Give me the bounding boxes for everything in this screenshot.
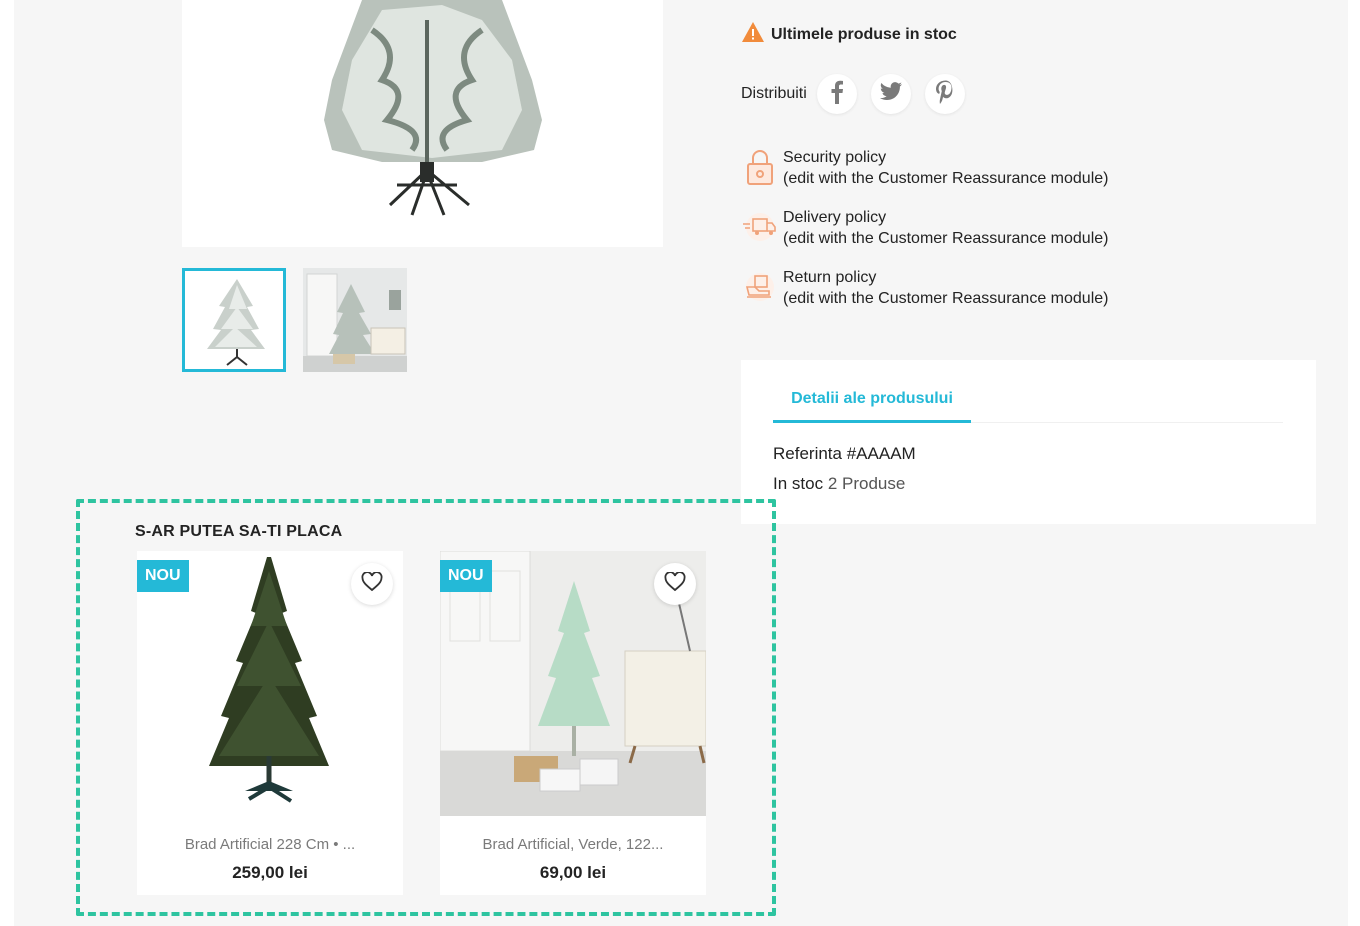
wishlist-button[interactable]	[351, 563, 393, 605]
twitter-icon	[879, 81, 903, 107]
reassurance-delivery: Delivery policy (edit with the Customer …	[741, 207, 1108, 267]
wishlist-button[interactable]	[654, 563, 696, 605]
reference-label: Referinta	[773, 444, 842, 463]
return-box-icon	[741, 267, 779, 307]
reassurance-return-subtitle: (edit with the Customer Reassurance modu…	[783, 290, 1109, 307]
reassurance-list: Security policy (edit with the Customer …	[741, 147, 1108, 327]
share-bar: Distribuiti	[741, 74, 979, 114]
product-details-panel: Detalii ale produsului Referinta #AAAAM …	[741, 360, 1316, 524]
lock-icon	[741, 147, 779, 187]
stock-notice-text: Ultimele produse in stoc	[771, 25, 957, 43]
reassurance-security-title: Security policy	[783, 149, 887, 166]
stock-value: 2 Produse	[827, 474, 906, 493]
details-tabs: Detalii ale produsului	[773, 386, 1283, 423]
facebook-share-button[interactable]	[816, 74, 857, 114]
product-card-price: 69,00 lei	[539, 863, 607, 882]
stock-label: In stoc	[773, 474, 824, 493]
product-main-image[interactable]	[182, 0, 663, 247]
reference-line: Referinta #AAAAM	[773, 444, 916, 464]
thumbnail-2[interactable]	[303, 268, 407, 372]
heart-icon	[664, 570, 686, 597]
warning-icon	[741, 21, 765, 48]
reassurance-security: Security policy (edit with the Customer …	[741, 147, 1108, 207]
product-card-image[interactable]: NOU	[137, 551, 403, 816]
stock-line: In stoc 2 Produse	[773, 474, 905, 494]
pinterest-icon	[935, 80, 955, 109]
product-card[interactable]: NOU Brad Artificial 228 Cm • ... 259,00 …	[137, 551, 403, 895]
product-card-name[interactable]: Brad Artificial 228 Cm • ...	[137, 836, 403, 853]
product-card-image[interactable]: NOU	[440, 551, 706, 816]
tab-product-details[interactable]: Detalii ale produsului	[773, 386, 971, 423]
stock-notice: Ultimele produse in stoc	[741, 21, 957, 48]
reassurance-return-title: Return policy	[783, 269, 877, 286]
product-card-name[interactable]: Brad Artificial, Verde, 122...	[440, 836, 706, 853]
reassurance-delivery-title: Delivery policy	[783, 209, 887, 226]
thumbnail-1-selected[interactable]	[182, 268, 286, 372]
new-badge: NOU	[440, 560, 492, 592]
facebook-icon	[830, 80, 844, 109]
product-card-price: 259,00 lei	[232, 863, 308, 882]
related-products-title: S-AR PUTEA SA-TI PLACA	[135, 523, 343, 540]
reassurance-return: Return policy (edit with the Customer Re…	[741, 267, 1108, 327]
product-card[interactable]: NOU Brad Artificial, Verde, 122... 69,00…	[440, 551, 706, 895]
twitter-share-button[interactable]	[870, 74, 911, 114]
share-label: Distribuiti	[741, 85, 807, 102]
truck-icon	[741, 207, 779, 247]
pinterest-share-button[interactable]	[924, 74, 965, 114]
new-badge: NOU	[137, 560, 189, 592]
reassurance-security-subtitle: (edit with the Customer Reassurance modu…	[783, 170, 1109, 187]
reassurance-delivery-subtitle: (edit with the Customer Reassurance modu…	[783, 230, 1109, 247]
reference-value: #AAAAM	[846, 444, 916, 463]
heart-icon	[361, 570, 383, 597]
